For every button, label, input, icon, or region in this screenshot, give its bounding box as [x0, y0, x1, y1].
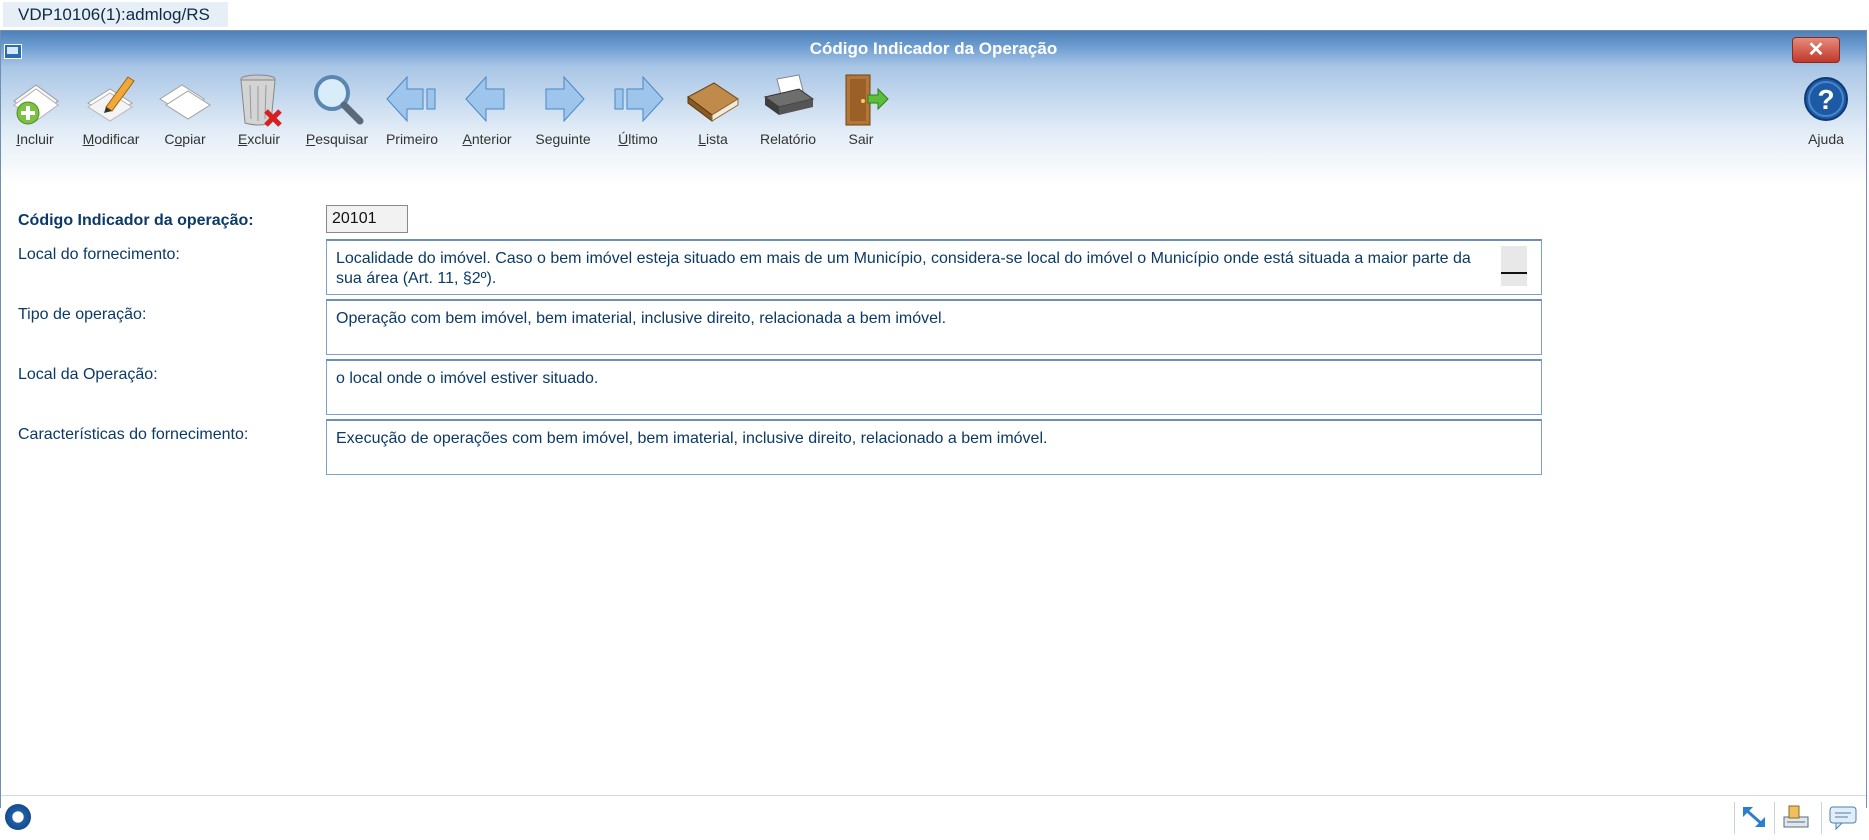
scrollbar[interactable] — [1501, 246, 1527, 286]
seguinte-label: Seguinte — [535, 131, 591, 147]
lista-label: Lista — [698, 131, 728, 147]
modificar-label: Modificar — [82, 131, 140, 147]
search-icon — [314, 75, 364, 125]
primeiro-button[interactable]: Primeiro — [379, 71, 445, 155]
ajuda-button[interactable]: ? Ajuda — [1793, 71, 1859, 155]
title-bar: Código Indicador da Operação ✕ — [1, 31, 1866, 67]
sair-label: Sair — [848, 131, 874, 147]
exit-door-icon — [845, 74, 889, 126]
pesquisar-label: Pesquisar — [305, 131, 369, 147]
copiar-label: Copiar — [164, 131, 206, 147]
previous-arrow-icon — [465, 75, 505, 123]
copy-document-icon — [159, 84, 211, 120]
tipo-operacao-text: Operação com bem imóvel, bem imaterial, … — [336, 310, 947, 327]
ultimo-button[interactable]: Último — [605, 71, 671, 155]
close-button[interactable]: ✕ — [1792, 37, 1840, 63]
tipo-operacao-textarea[interactable]: Operação com bem imóvel, bem imaterial, … — [326, 299, 1542, 355]
local-fornecimento-textarea[interactable]: Localidade do imóvel. Caso o bem imóvel … — [326, 239, 1542, 295]
seguinte-button[interactable]: Seguinte — [530, 71, 596, 155]
caracteristicas-text: Execução de operações com bem imóvel, be… — [336, 430, 1048, 447]
first-arrow-icon — [386, 75, 436, 123]
caracteristicas-textarea[interactable]: Execução de operações com bem imóvel, be… — [326, 419, 1542, 475]
local-fornecimento-text: Localidade do imóvel. Caso o bem imóvel … — [336, 250, 1471, 287]
divider — [1734, 802, 1735, 834]
trash-icon — [240, 74, 282, 127]
keyboard-icon[interactable] — [1781, 803, 1811, 831]
codigo-field[interactable]: 20101 — [326, 205, 408, 233]
local-operacao-label: Local da Operação: — [18, 366, 158, 383]
local-operacao-textarea[interactable]: o local onde o imóvel estiver situado. — [326, 359, 1542, 415]
book-icon — [687, 82, 739, 122]
ajuda-label: Ajuda — [1808, 131, 1844, 147]
printer-icon — [763, 74, 815, 115]
toolbar: Incluir Modificar Copiar Excluir Pesquis… — [1, 67, 1866, 185]
copiar-button[interactable]: Copiar — [152, 71, 218, 155]
lista-button[interactable]: Lista — [680, 71, 746, 155]
main-window: Código Indicador da Operação ✕ Incluir M… — [0, 30, 1867, 840]
status-globe-icon[interactable] — [5, 804, 31, 830]
incluir-label: Incluir — [16, 131, 54, 147]
local-fornecimento-label: Local do fornecimento: — [18, 246, 180, 263]
incluir-button[interactable]: Incluir — [2, 71, 68, 155]
next-arrow-icon — [545, 75, 585, 123]
resize-icon[interactable] — [1739, 803, 1769, 831]
session-bar: VDP10106(1):admlog/RS — [0, 0, 1869, 30]
anterior-button[interactable]: Anterior — [454, 71, 520, 155]
caracteristicas-label: Características do fornecimento: — [18, 426, 249, 443]
primeiro-label: Primeiro — [385, 131, 439, 147]
relatorio-button[interactable]: Relatório — [755, 71, 821, 155]
relatorio-label: Relatório — [759, 131, 817, 147]
edit-document-icon — [87, 76, 135, 122]
sair-button[interactable]: Sair — [828, 71, 894, 155]
pesquisar-button[interactable]: Pesquisar — [304, 71, 370, 155]
session-tab[interactable]: VDP10106(1):admlog/RS — [3, 2, 228, 27]
tipo-operacao-label: Tipo de operação: — [18, 306, 147, 323]
window-title: Código Indicador da Operação — [809, 39, 1058, 58]
ultimo-label: Último — [618, 131, 658, 147]
status-bar — [1, 795, 1866, 840]
last-arrow-icon — [614, 75, 664, 123]
codigo-label: Código Indicador da operação: — [18, 212, 254, 229]
anterior-label: Anterior — [462, 131, 512, 147]
modificar-button[interactable]: Modificar — [78, 71, 144, 155]
excluir-button[interactable]: Excluir — [226, 71, 292, 155]
divider — [1821, 802, 1822, 834]
local-operacao-text: o local onde o imóvel estiver situado. — [336, 370, 599, 387]
add-document-icon — [13, 84, 59, 125]
divider — [1774, 802, 1775, 834]
message-icon[interactable] — [1828, 803, 1858, 831]
help-icon: ? — [1804, 77, 1848, 121]
excluir-label: Excluir — [237, 131, 280, 147]
svg-text:?: ? — [1817, 84, 1834, 115]
